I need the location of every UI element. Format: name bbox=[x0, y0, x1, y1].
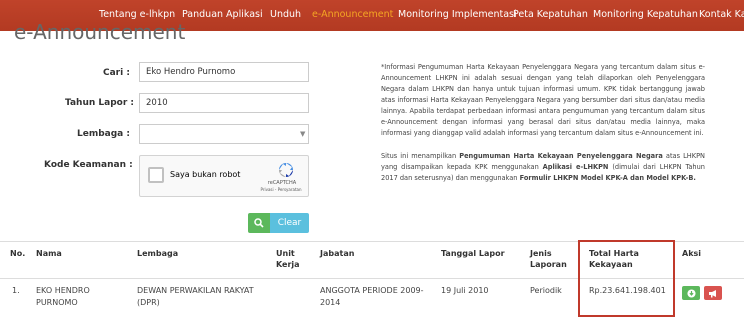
tahun-lapor-label: Tahun Lapor : bbox=[65, 98, 135, 108]
announce-button[interactable] bbox=[704, 286, 722, 300]
info-paragraph-2: Situs ini menampilkan Pengumuman Harta K… bbox=[381, 152, 705, 182]
recaptcha-label: Saya bukan robot bbox=[170, 170, 241, 179]
cari-input[interactable] bbox=[139, 62, 309, 82]
download-button[interactable] bbox=[682, 286, 700, 300]
col-header-lembaga: Lembaga bbox=[137, 249, 179, 258]
recaptcha-checkbox[interactable] bbox=[148, 167, 164, 183]
download-icon bbox=[686, 288, 696, 298]
lembaga-label: Lembaga : bbox=[77, 129, 130, 139]
recaptcha-widget: Saya bukan robot reCAPTCHA Privasi - Per… bbox=[139, 155, 309, 197]
info-panel: *Informasi Pengumuman Harta Kekayaan Pen… bbox=[381, 62, 705, 196]
kode-keamanan-label: Kode Keamanan : bbox=[44, 160, 133, 170]
col-header-jenis-laporan: Jenis Laporan bbox=[530, 249, 567, 269]
cell-nama: EKO HENDRO PURNOMO bbox=[36, 286, 90, 307]
recaptcha-links[interactable]: Privasi - Persyaratan bbox=[258, 187, 304, 192]
col-header-nama: Nama bbox=[36, 249, 62, 258]
nav-item-tentang[interactable]: Tentang e-lhkpn bbox=[99, 9, 175, 20]
chevron-down-icon: ▼ bbox=[300, 130, 306, 138]
nav-item-panduan[interactable]: Panduan Aplikasi bbox=[182, 9, 263, 20]
nav-item-peta-kepatuhan[interactable]: Peta Kepatuhan bbox=[513, 9, 588, 20]
col-header-jabatan: Jabatan bbox=[320, 249, 355, 258]
nav-item-kontak[interactable]: Kontak Kam bbox=[699, 9, 744, 20]
nav-item-monitoring-kepatuhan[interactable]: Monitoring Kepatuhan bbox=[593, 9, 698, 20]
col-header-no: No. bbox=[10, 249, 26, 258]
nav-item-e-announcement[interactable]: e-Announcement bbox=[312, 9, 393, 20]
info-paragraph-1: *Informasi Pengumuman Harta Kekayaan Pen… bbox=[381, 63, 705, 137]
bullhorn-icon bbox=[709, 289, 716, 297]
col-header-tanggal-lapor: Tanggal Lapor bbox=[441, 249, 505, 258]
cell-tanggal-lapor: 19 Juli 2010 bbox=[441, 286, 489, 295]
cell-no: 1. bbox=[12, 286, 20, 295]
recaptcha-logo-icon bbox=[279, 163, 293, 177]
recaptcha-brand: reCAPTCHA bbox=[267, 180, 297, 186]
col-header-aksi: Aksi bbox=[682, 249, 702, 258]
total-harta-highlight bbox=[578, 240, 675, 317]
col-header-unit-kerja: Unit Kerja bbox=[276, 249, 300, 269]
cell-lembaga: DEWAN PERWAKILAN RAKYAT (DPR) bbox=[137, 286, 254, 307]
cell-jabatan: ANGGOTA PERIODE 2009- 2014 bbox=[320, 286, 424, 307]
search-button[interactable] bbox=[248, 213, 270, 233]
lembaga-select[interactable] bbox=[139, 124, 309, 144]
page-title: e-Announcement bbox=[14, 20, 186, 44]
clear-button[interactable]: Clear bbox=[270, 213, 309, 233]
nav-item-monitoring-implementasi[interactable]: Monitoring Implementasi bbox=[398, 9, 517, 20]
search-icon bbox=[254, 218, 264, 228]
cell-jenis-laporan: Periodik bbox=[530, 286, 562, 295]
nav-item-unduh[interactable]: Unduh bbox=[270, 9, 301, 20]
tahun-lapor-input[interactable] bbox=[139, 93, 309, 113]
cari-label: Cari : bbox=[103, 68, 130, 78]
